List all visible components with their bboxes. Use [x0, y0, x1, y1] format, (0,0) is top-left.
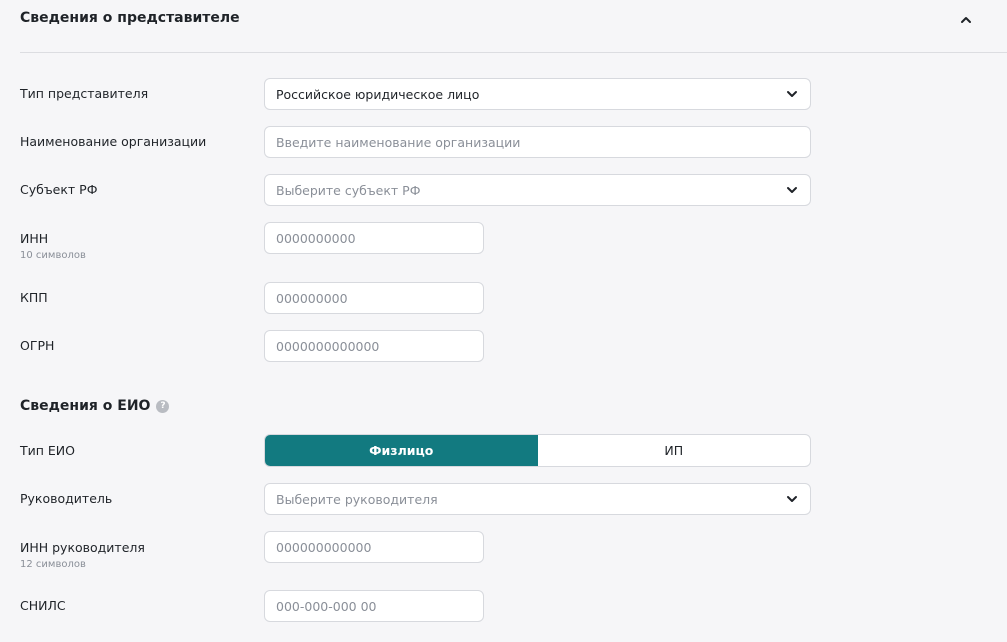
org-name-placeholder: Введите наименование организации: [276, 134, 521, 150]
kpp-placeholder: 000000000: [276, 290, 348, 306]
representative-type-label: Тип представителя: [20, 86, 149, 101]
kpp-label: КПП: [20, 290, 48, 305]
snils-placeholder: 000-000-000 00: [276, 598, 377, 614]
inn-input[interactable]: 0000000000: [264, 222, 484, 254]
chevron-down-icon: [787, 496, 797, 502]
head-placeholder: Выберите руководителя: [276, 491, 438, 507]
kpp-input[interactable]: 000000000: [264, 282, 484, 314]
inn-hint: 10 символов: [20, 250, 86, 261]
head-label: Руководитель: [20, 491, 113, 506]
eio-section-title: Сведения о ЕИО ?: [20, 398, 170, 414]
ogrn-input[interactable]: 0000000000000: [264, 330, 484, 362]
region-select[interactable]: Выберите субъект РФ: [264, 174, 811, 206]
chevron-down-icon: [787, 91, 797, 97]
inn-placeholder: 0000000000: [276, 230, 356, 246]
eio-type-label: Тип ЕИО: [20, 443, 75, 458]
snils-input[interactable]: 000-000-000 00: [264, 590, 484, 622]
region-placeholder: Выберите субъект РФ: [276, 182, 421, 198]
chevron-up-icon[interactable]: [958, 14, 974, 26]
eio-type-option-ip[interactable]: ИП: [538, 435, 811, 466]
snils-label: СНИЛС: [20, 598, 66, 613]
divider: [20, 52, 1007, 53]
representative-type-select[interactable]: Российское юридическое лицо: [264, 78, 811, 110]
eio-type-toggle[interactable]: Физлицо ИП: [264, 434, 811, 467]
help-icon[interactable]: ?: [156, 399, 170, 413]
head-inn-label: ИНН руководителя: [20, 540, 145, 555]
section-title: Сведения о представителе: [20, 10, 240, 26]
representative-type-value: Российское юридическое лицо: [276, 86, 480, 102]
head-select[interactable]: Выберите руководителя: [264, 483, 811, 515]
head-inn-placeholder: 000000000000: [276, 539, 372, 555]
eio-type-option-individual[interactable]: Физлицо: [265, 435, 538, 466]
region-label: Субъект РФ: [20, 182, 98, 197]
inn-label: ИНН: [20, 231, 49, 246]
org-name-input[interactable]: Введите наименование организации: [264, 126, 811, 158]
ogrn-placeholder: 0000000000000: [276, 338, 380, 354]
ogrn-label: ОГРН: [20, 338, 55, 353]
org-name-label: Наименование организации: [20, 134, 207, 149]
eio-title-text: Сведения о ЕИО: [20, 398, 151, 414]
head-inn-hint: 12 символов: [20, 559, 86, 570]
head-inn-input[interactable]: 000000000000: [264, 531, 484, 563]
chevron-down-icon: [787, 187, 797, 193]
